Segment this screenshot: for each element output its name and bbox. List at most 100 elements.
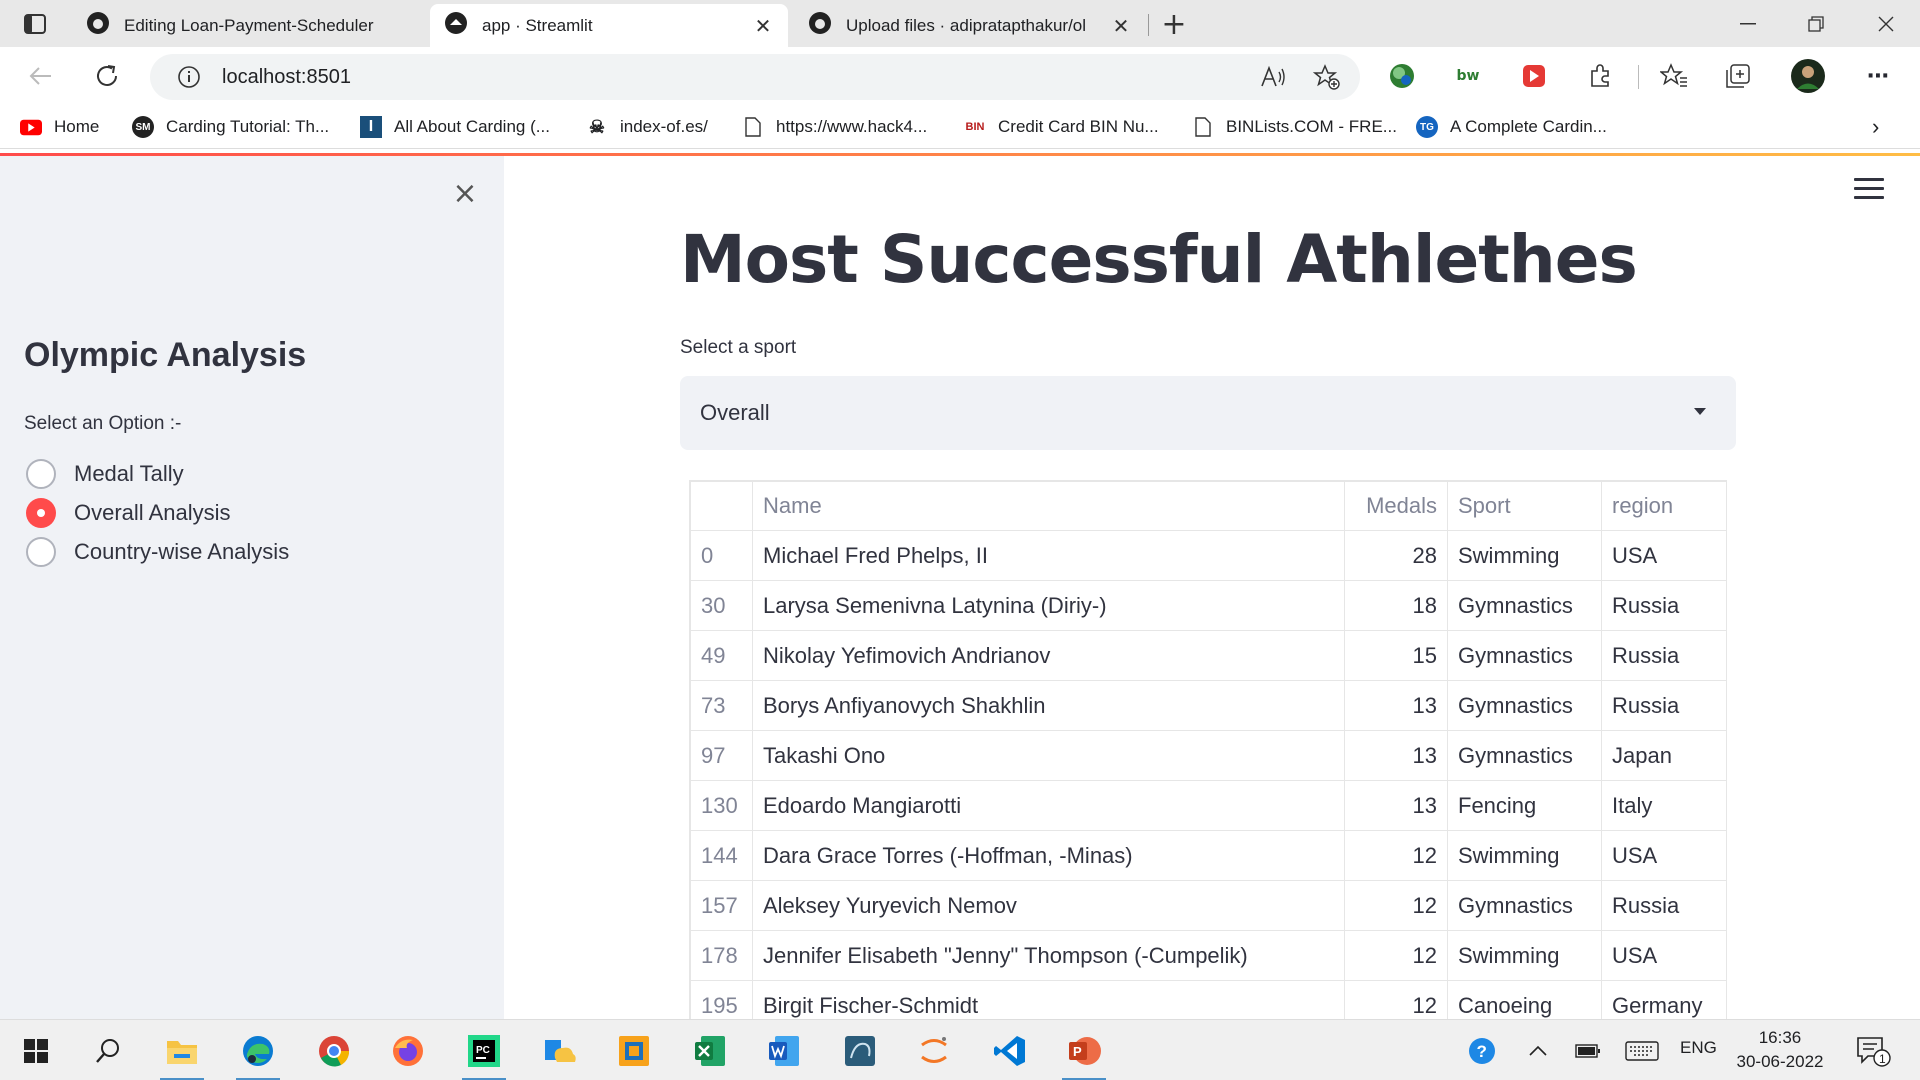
table-row[interactable]: 49 Nikolay Yefimovich Andrianov 15 Gymnasti… [690,630,1726,681]
cell-sport[interactable]: Swimming [1447,530,1602,581]
cell-row-index[interactable]: 30 [690,580,753,631]
cell-region[interactable]: Russia [1601,580,1726,631]
cell-sport[interactable]: Gymnastics [1447,680,1602,731]
close-window-button[interactable] [1856,4,1916,44]
cell-medal-count[interactable]: 12 [1344,980,1448,1019]
chevron-right-icon[interactable]: › [1872,113,1879,141]
avatar[interactable] [1790,58,1826,94]
cell-sport[interactable]: Swimming [1447,930,1602,981]
cell-athlete-name[interactable]: Birgit Fischer-Schmidt [752,980,1345,1019]
tab-editing-loan[interactable]: Editing Loan-Payment-Scheduler [72,4,424,47]
cell-athlete-name[interactable]: Nikolay Yefimovich Andrianov [752,630,1345,681]
cell-region[interactable]: Russia [1601,880,1726,931]
table-row[interactable]: 97 Takashi Ono 13 Gymnastics Japan [690,730,1726,781]
close-sidebar-icon[interactable]: × [450,176,480,211]
table-row[interactable]: 73 Borys Anfiyanovych Shakhlin 13 Gymnastic… [690,680,1726,731]
cell-row-index[interactable]: 157 [690,880,753,931]
column-header-medals[interactable]: Medals [1344,481,1448,531]
keyboard-icon[interactable] [1620,1028,1664,1074]
url-text[interactable]: localhost:8501 [222,66,351,89]
cell-medal-count[interactable]: 13 [1344,730,1448,781]
cell-region[interactable]: USA [1601,930,1726,981]
radio-selected-icon[interactable] [26,498,56,528]
back-icon[interactable] [24,59,58,93]
word-icon[interactable] [754,1028,814,1074]
bookmark-home[interactable]: Home [20,113,99,141]
tab-actions-icon[interactable] [18,8,52,40]
help-icon[interactable]: ? [1460,1028,1504,1074]
column-header-sport[interactable]: Sport [1447,481,1602,531]
mysql-workbench-icon[interactable] [830,1028,890,1074]
cell-athlete-name[interactable]: Borys Anfiyanovych Shakhlin [752,680,1345,731]
cell-region[interactable]: USA [1601,530,1726,581]
search-icon[interactable] [78,1028,138,1074]
bookmark-carding-tutorial[interactable]: SM Carding Tutorial: Th... [132,113,329,141]
video-extension-icon[interactable] [1518,60,1550,92]
table-row[interactable]: 157 Aleksey Yuryevich Nemov 12 Gymnastics Ru… [690,880,1726,931]
new-tab-button[interactable]: + [1155,6,1193,42]
tab-upload-files[interactable]: Upload files · adipratapthakur/ol ✕ [794,4,1146,47]
cell-medal-count[interactable]: 15 [1344,630,1448,681]
cell-sport[interactable]: Swimming [1447,830,1602,881]
bookmark-index-of[interactable]: ☠ index-of.es/ [586,113,708,141]
column-header-region[interactable]: region [1601,481,1726,531]
firefox-icon[interactable] [378,1028,438,1074]
cell-row-index[interactable]: 130 [690,780,753,831]
onedrive-icon[interactable] [530,1028,590,1074]
favorites-icon[interactable] [1658,60,1690,92]
cell-region[interactable]: USA [1601,830,1726,881]
radio-circle-icon[interactable] [26,537,56,567]
excel-icon[interactable] [680,1028,740,1074]
edge-browser-icon[interactable] [228,1028,288,1080]
cell-sport[interactable]: Fencing [1447,780,1602,831]
table-row[interactable]: 178 Jennifer Elisabeth "Jenny" Thompson (… [690,930,1726,981]
cell-row-index[interactable]: 97 [690,730,753,781]
bookmark-complete-carding[interactable]: TG A Complete Cardin... [1416,113,1607,141]
bookmark-all-about-carding[interactable]: I All About Carding (... [360,113,550,141]
table-row[interactable]: 0 Michael Fred Phelps, II 28 Swimming USA [690,530,1726,581]
main-menu-icon[interactable] [1854,178,1884,202]
sport-select[interactable]: Overall [680,376,1736,450]
notifications-icon[interactable]: 1 [1848,1028,1900,1074]
bookmark-credit-card-bin[interactable]: BIN Credit Card BIN Nu... [964,113,1159,141]
cell-region[interactable]: Russia [1601,680,1726,731]
address-bar[interactable]: localhost:8501 [150,54,1360,100]
cell-sport[interactable]: Gymnastics [1447,630,1602,681]
athletes-table[interactable]: Name Medals Sport region 0 Michael Fred P… [689,480,1727,1019]
cell-row-index[interactable]: 73 [690,680,753,731]
chevron-up-icon[interactable] [1518,1028,1558,1074]
cell-row-index[interactable]: 195 [690,980,753,1019]
more-options-icon[interactable]: ⋯ [1862,60,1894,92]
powerpoint-icon[interactable]: P [1054,1028,1114,1080]
cell-athlete-name[interactable]: Aleksey Yuryevich Nemov [752,880,1345,931]
close-tab-icon[interactable]: ✕ [1110,14,1132,38]
vscode-icon[interactable] [980,1028,1040,1074]
cell-medal-count[interactable]: 13 [1344,680,1448,731]
cell-athlete-name[interactable]: Edoardo Mangiarotti [752,780,1345,831]
cell-row-index[interactable]: 178 [690,930,753,981]
virtualbox-icon[interactable] [604,1028,664,1074]
cell-row-index[interactable]: 49 [690,630,753,681]
radio-country-wise-analysis[interactable]: Country-wise Analysis [26,536,289,568]
cell-region[interactable]: Italy [1601,780,1726,831]
pycharm-icon[interactable]: PC [454,1028,514,1080]
radio-circle-icon[interactable] [26,459,56,489]
cell-athlete-name[interactable]: Michael Fred Phelps, II [752,530,1345,581]
radio-overall-analysis[interactable]: Overall Analysis [26,497,231,529]
jupyter-icon[interactable] [904,1028,964,1074]
chevron-down-icon[interactable] [1694,408,1706,415]
globe-extension-icon[interactable] [1386,60,1418,92]
clock[interactable]: 16:36 30-06-2022 [1730,1026,1830,1074]
collections-icon[interactable] [1722,60,1754,92]
column-header-name[interactable]: Name [752,481,1345,531]
table-row[interactable]: 30 Larysa Semenivna Latynina (Diriy-) 18 Gy… [690,580,1726,631]
cell-region[interactable]: Japan [1601,730,1726,781]
cell-athlete-name[interactable]: Larysa Semenivna Latynina (Diriy-) [752,580,1345,631]
cell-medal-count[interactable]: 13 [1344,780,1448,831]
cell-sport[interactable]: Gymnastics [1447,880,1602,931]
cell-sport[interactable]: Gymnastics [1447,730,1602,781]
cell-region[interactable]: Russia [1601,630,1726,681]
cell-sport[interactable]: Canoeing [1447,980,1602,1019]
add-favorite-icon[interactable] [1312,62,1342,92]
refresh-icon[interactable] [90,59,124,93]
